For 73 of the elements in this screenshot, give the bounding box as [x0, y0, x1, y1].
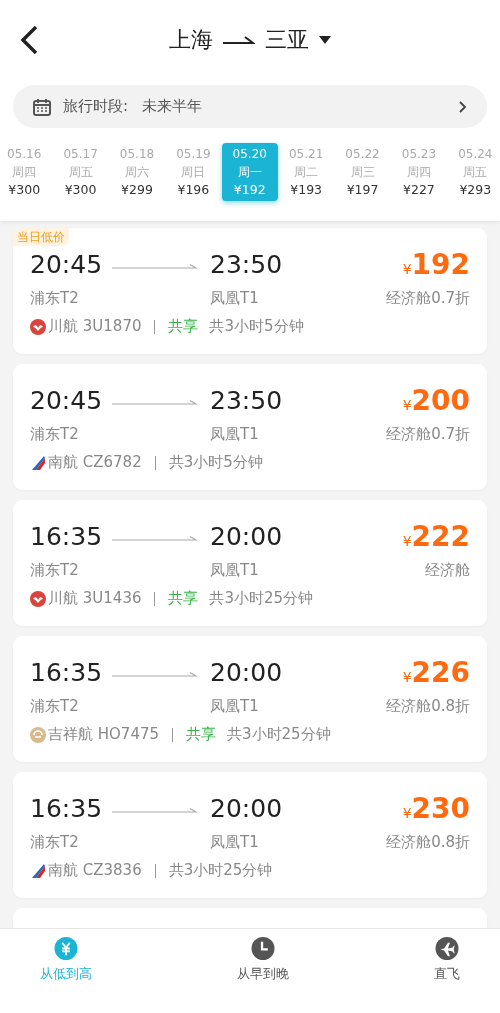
arrival-time: 23:50	[210, 385, 284, 417]
travel-period-bar[interactable]: 旅行时段: 未来半年	[13, 85, 487, 128]
arrival-airport: 凤凰T1	[210, 696, 260, 717]
arrival-time: 20:00	[210, 657, 284, 689]
departure-airport: 浦东T2	[30, 832, 80, 853]
price: ¥200	[402, 383, 470, 419]
duration: 共3小时5分钟	[209, 317, 304, 336]
flight-number: 南航 CZ3836	[48, 861, 142, 880]
flight-card[interactable]: 16:35 20:00 ¥222 浦东T2 凤凰T1 经济舱 川航 3U1436 共享 共3小时25分钟	[13, 500, 487, 626]
departure-airport: 浦东T2	[30, 424, 80, 445]
cabin-class: 经济舱0.7折	[386, 424, 470, 445]
flight-number: 南航 CZ6782	[48, 453, 142, 472]
flight-number: 川航 3U1870	[48, 317, 142, 336]
low-price-badge: 当日低价	[13, 228, 69, 246]
yen-icon	[54, 937, 78, 960]
cabin-class: 经济舱0.8折	[386, 696, 470, 717]
date-tab[interactable]: 05.23 周四 ¥227	[390, 143, 448, 201]
sort-tab[interactable]: 直飞	[434, 937, 460, 983]
flight-card[interactable]: 16:35 20:00 ¥226 浦东T2 凤凰T1 经济舱0.8折 吉祥航 HO7475 共享 共3小时25分钟	[13, 636, 487, 762]
sort-tab[interactable]: 从早到晚	[237, 937, 289, 983]
price: ¥192	[402, 247, 470, 283]
calendar-icon	[33, 97, 51, 116]
codeshare-tag: 共享	[168, 589, 199, 608]
flight-card[interactable]: 当日低价 20:45 23:50 ¥192 浦东T2 凤凰T1 经济舱0.7折 川航 3U1870 共享 共3小时5分钟	[13, 228, 487, 354]
airline-logo-icon	[30, 454, 46, 471]
arrival-airport: 凤凰T1	[210, 424, 260, 445]
cabin-class: 经济舱0.7折	[386, 288, 470, 309]
date-tab[interactable]: 05.21 周二 ¥193	[277, 143, 335, 201]
arrival-time: 20:00	[210, 793, 284, 825]
price: ¥222	[402, 519, 470, 555]
codeshare-tag: 共享	[186, 725, 217, 744]
clock-icon	[251, 937, 275, 960]
departure-time: 16:35	[30, 657, 104, 689]
departure-time: 20:45	[30, 249, 104, 281]
cabin-class: 经济舱	[425, 560, 470, 581]
date-tab[interactable]: 05.18 周六 ¥299	[108, 143, 166, 201]
departure-airport: 浦东T2	[30, 560, 80, 581]
price: ¥226	[402, 655, 470, 691]
date-tab[interactable]: 05.16 周四 ¥300	[0, 143, 53, 201]
cabin-class: 经济舱0.8折	[386, 832, 470, 853]
chevron-right-icon	[459, 100, 467, 113]
flight-number: 川航 3U1436	[48, 589, 142, 608]
date-tab[interactable]: 05.22 周三 ¥197	[334, 143, 391, 201]
airline-logo-icon	[30, 590, 46, 607]
date-tab[interactable]: 05.17 周五 ¥300	[52, 143, 109, 201]
flight-card[interactable]: 16:35 20:00 ¥230 浦东T2 凤凰T1 经济舱0.8折 南航 CZ3836 共3小时25分钟	[13, 772, 487, 898]
departure-time: 20:45	[30, 385, 104, 417]
arrival-airport: 凤凰T1	[210, 288, 260, 309]
duration: 共3小时25分钟	[209, 589, 314, 608]
date-tab[interactable]: 05.19 周日 ¥196	[165, 143, 222, 201]
duration: 共3小时25分钟	[168, 861, 273, 880]
arrival-airport: 凤凰T1	[210, 560, 260, 581]
origin-city: 上海	[169, 26, 213, 54]
duration: 共3小时5分钟	[168, 453, 263, 472]
codeshare-tag: 共享	[168, 317, 199, 336]
airline-logo-icon	[30, 726, 46, 743]
arrival-time: 23:50	[210, 249, 284, 281]
destination-city: 三亚	[265, 26, 309, 54]
flight-card[interactable]: 20:45 23:50 ¥200 浦东T2 凤凰T1 经济舱0.7折 南航 CZ6782 共3小时5分钟	[13, 364, 487, 490]
departure-airport: 浦东T2	[30, 288, 80, 309]
departure-airport: 浦东T2	[30, 696, 80, 717]
price: ¥230	[402, 791, 470, 827]
dropdown-caret-icon[interactable]	[319, 36, 331, 44]
flight-number: 吉祥航 HO7475	[48, 725, 160, 744]
duration: 共3小时25分钟	[227, 725, 331, 744]
arrival-airport: 凤凰T1	[210, 832, 260, 853]
departure-time: 16:35	[30, 793, 104, 825]
airline-logo-icon	[30, 318, 46, 335]
departure-time: 16:35	[30, 521, 104, 553]
plane-icon	[435, 937, 459, 960]
arrival-time: 20:00	[210, 521, 284, 553]
airline-logo-icon	[30, 862, 46, 879]
date-tab[interactable]: 05.24 周五 ¥293	[447, 143, 500, 201]
